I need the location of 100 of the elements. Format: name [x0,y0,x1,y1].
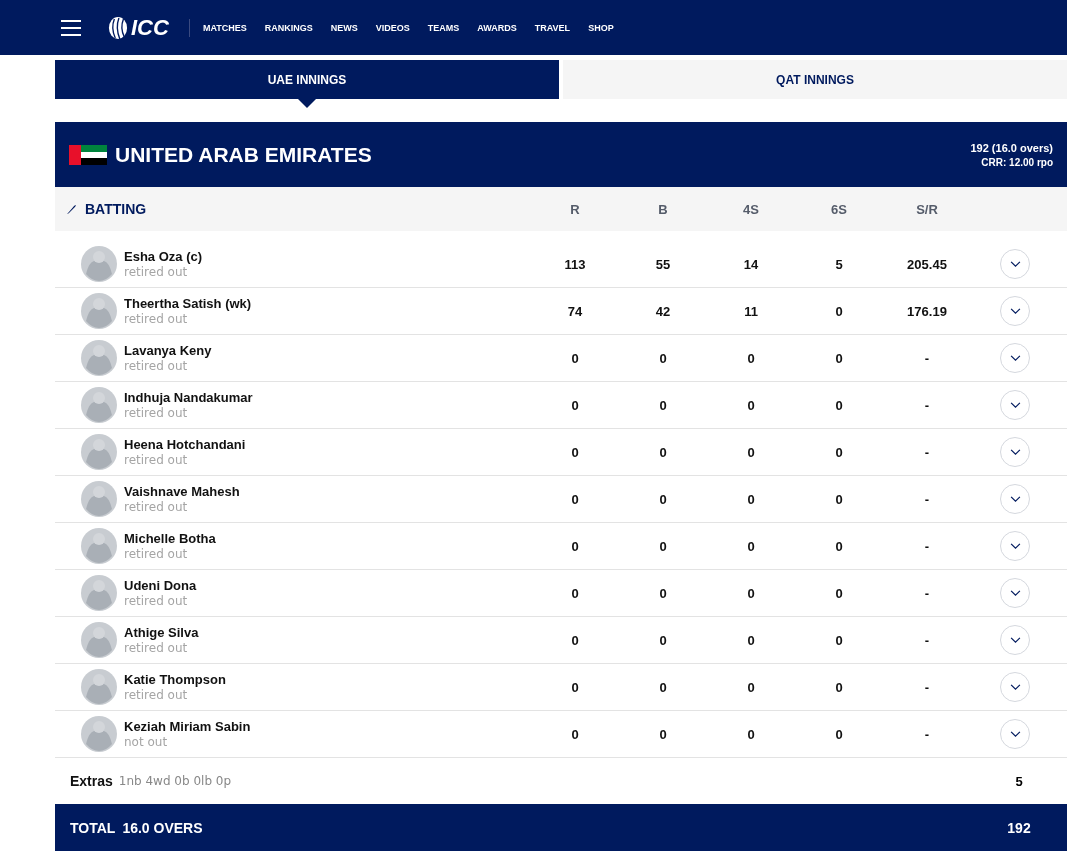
extras-label: Extras [70,773,113,789]
stat-cell-text: 0 [746,585,756,601]
expand-button[interactable] [1000,625,1030,655]
team-name: UNITED ARAB EMIRATES [115,142,373,167]
nav-link[interactable]: TRAVEL [534,22,571,33]
stat-cell-text: 55 [654,256,672,272]
stat-cell-text: 0 [570,726,580,742]
player-name[interactable]: Keziah Miriam Sabin [124,719,251,734]
stat-cell-text: 0 [746,538,756,554]
stat-cell-text: 11 [743,303,759,319]
chevron-down-icon [1009,495,1021,503]
player-name[interactable]: Theertha Satish (wk) [124,296,252,311]
dismissal-text: retired out [124,500,189,514]
expand-button[interactable] [1000,390,1030,420]
dismissal-text: retired out [124,312,189,326]
stat-cell-text: 0 [658,726,668,742]
nav-link[interactable]: RANKINGS [264,22,313,33]
expand-button[interactable] [1000,484,1030,514]
dismissal-text: retired out [124,594,189,608]
stat-cell-text: 0 [658,444,668,460]
expand-button[interactable] [1000,296,1030,326]
avatar-silhouette-icon [81,387,117,423]
menu-icon[interactable] [61,19,81,36]
stat-cell-text: 0 [834,397,844,413]
dismissal-text: retired out [124,641,189,655]
nav-link[interactable]: VIDEOS [375,22,410,33]
player-name[interactable]: Katie Thompson [124,672,226,687]
stat-cell-text: - [923,585,931,601]
player-name[interactable]: Heena Hotchandani [124,437,246,452]
avatar-silhouette-icon [81,528,117,564]
extras-detail: 1nb 4wd 0b 0lb 0p [118,774,233,788]
stat-cell-text: 0 [658,491,668,507]
expand-button[interactable] [1000,578,1030,608]
dismissal-text: retired out [124,547,189,561]
nav-link[interactable]: MATCHES [202,22,247,33]
nav-link[interactable]: AWARDS [477,22,517,33]
avatar-silhouette-icon [81,293,117,329]
player-name[interactable]: Vaishnave Mahesh [124,484,240,499]
stat-cell-text: 0 [746,491,756,507]
stat-cell-text: 0 [834,585,844,601]
stat-cell-text: 0 [834,444,844,460]
expand-button[interactable] [1000,343,1030,373]
flag-icon [69,144,107,165]
stat-cell-text: 0 [570,632,580,648]
team-score: 192 (16.0 overs) [970,141,1053,154]
stat-cell-text: 0 [746,397,756,413]
avatar-silhouette-icon [81,481,117,517]
dismissal-text: retired out [124,265,189,279]
nav-link[interactable]: NEWS [330,22,358,33]
stat-cell-text: 0 [658,538,668,554]
stat-cell-text: 0 [834,538,844,554]
chevron-down-icon [1009,730,1021,738]
stat-cell-text: 14 [742,256,760,272]
stat-cell-text: 0 [746,679,756,695]
avatar-silhouette-icon [81,575,117,611]
stat-cell-text: - [923,679,931,695]
logo-text[interactable]: ICC [131,14,169,41]
expand-button[interactable] [1000,672,1030,702]
stat-cell-text: 0 [746,632,756,648]
stat-cell-text: - [923,444,931,460]
player-name[interactable]: Lavanya Keny [124,343,212,358]
stat-cell-text: 0 [570,491,580,507]
innings-tab[interactable]: QAT INNINGS [563,60,1067,99]
avatar-silhouette-icon [81,434,117,470]
stat-cell-text: 0 [834,491,844,507]
column-header: 4S [742,201,760,217]
stat-cell-text: - [923,350,931,366]
avatar-silhouette-icon [81,246,117,282]
player-name[interactable]: Athige Silva [124,625,199,640]
stat-cell-text: 0 [834,679,844,695]
stat-cell-text: 113 [563,256,587,272]
expand-button[interactable] [1000,249,1030,279]
chevron-down-icon [1009,307,1021,315]
player-name[interactable]: Esha Oza (c) [124,249,203,264]
stat-cell-text: 0 [658,679,668,695]
stat-cell-text: 0 [658,397,668,413]
stat-cell-text: 176.19 [906,303,948,319]
stat-cell-text: 0 [570,585,580,601]
player-name[interactable]: Udeni Dona [124,578,197,593]
expand-button[interactable] [1000,437,1030,467]
expand-button[interactable] [1000,719,1030,749]
expand-button[interactable] [1000,531,1030,561]
stat-cell-text: 0 [834,726,844,742]
stat-cell-text: - [923,397,931,413]
tab-pointer-icon [298,99,316,108]
nav-link[interactable]: SHOP [588,22,614,33]
chevron-down-icon [1009,636,1021,644]
stat-cell-text: 0 [746,444,756,460]
chevron-down-icon [1009,260,1021,268]
nav-link[interactable]: TEAMS [427,22,460,33]
chevron-down-icon [1009,542,1021,550]
stat-cell-text: 0 [570,538,580,554]
dismissal-text: not out [124,735,169,749]
total-overs: 16.0 OVERS [122,819,204,836]
stat-cell-text: 0 [746,726,756,742]
avatar-silhouette-icon [81,716,117,752]
dismissal-text: retired out [124,453,189,467]
player-name[interactable]: Indhuja Nandakumar [124,390,253,405]
dismissal-text: retired out [124,359,189,373]
player-name[interactable]: Michelle Botha [124,531,216,546]
